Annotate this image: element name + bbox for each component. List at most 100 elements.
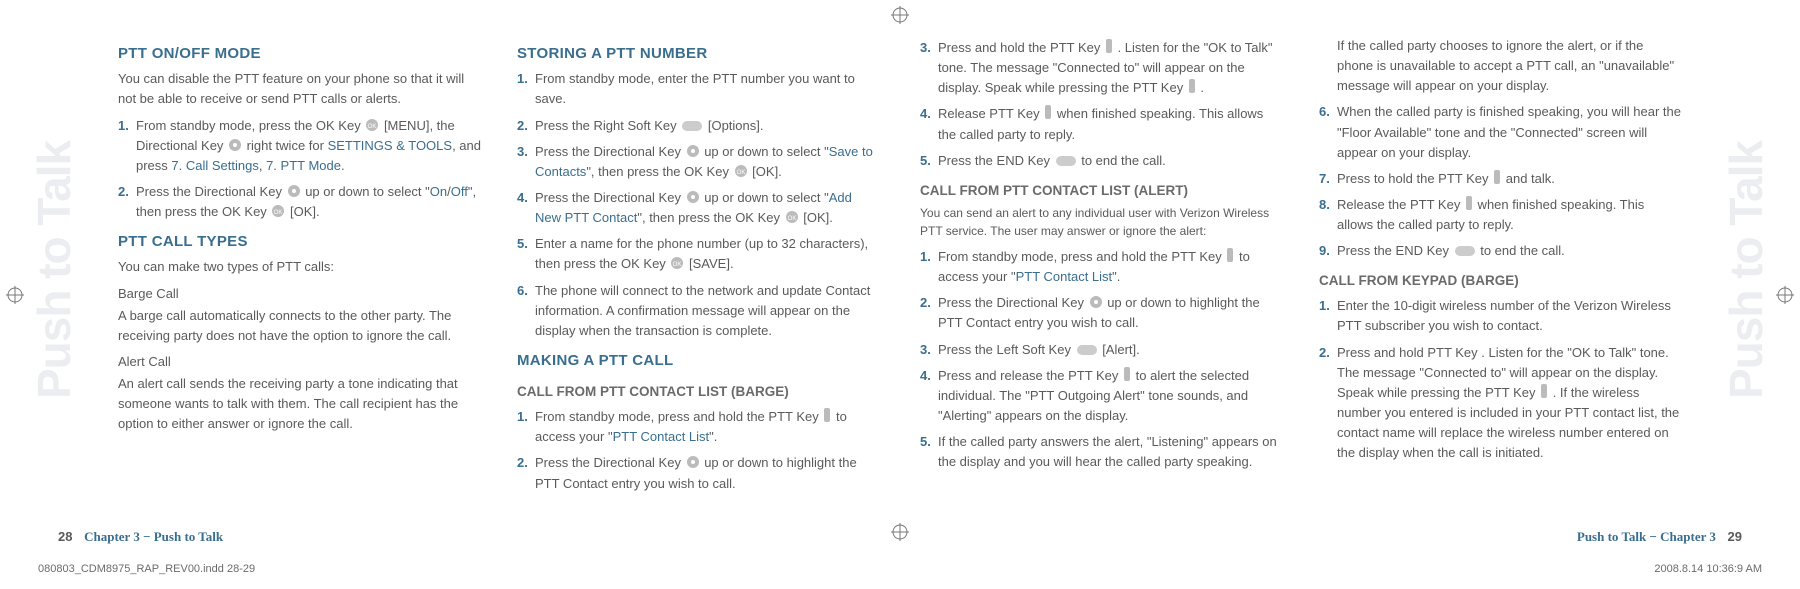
list-item: 5.If the called party answers the alert,… [920,432,1283,472]
directional-key-icon [686,144,700,158]
footer-right: Push to Talk − Chapter 3 29 [1569,529,1742,545]
list-item: 2. Press the Directional Key up or down … [118,182,481,222]
directional-key-icon [287,184,301,198]
ordered-list: 1.From standby mode, enter the PTT numbe… [517,69,880,341]
ptt-key-icon [1493,169,1501,185]
list-item: 1.From standby mode, press and hold the … [517,407,880,447]
link-text: 7. Call Settings [171,158,258,173]
crop-mark-icon [6,286,24,304]
list-item: 8.Release the PTT Key when finished spea… [1319,195,1682,235]
ok-key-icon: OK [785,210,799,224]
page-number: 29 [1728,529,1742,544]
body-text: You can send an alert to any individual … [920,204,1283,241]
ordered-list: 1.From standby mode, press and hold the … [920,247,1283,472]
list-item: 9.Press the END Key to end the call. [1319,241,1682,261]
directional-key-icon [228,138,242,152]
list-item: 4.Press and release the PTT Key to alert… [920,366,1283,426]
list-item: 1.Enter the 10-digit wireless number of … [1319,296,1682,336]
heading-ptt-onoff: PTT ON/OFF MODE [118,42,481,65]
list-item: 7.Press to hold the PTT Key and talk. [1319,169,1682,189]
subheading-barge: Barge Call [118,284,481,304]
svg-text:OK: OK [736,170,745,176]
directional-key-icon [686,455,700,469]
link-text: SETTINGS & TOOLS [328,138,453,153]
list-item: 1. From standby mode, press the OK Key O… [118,116,481,176]
end-key-icon [1454,245,1476,257]
left-column-2: STORING A PTT NUMBER 1.From standby mode… [517,34,880,534]
heading-ptt-call-types: PTT CALL TYPES [118,230,481,253]
svg-text:OK: OK [673,262,682,268]
ok-key-icon: OK [734,164,748,178]
list-item: 5.Press the END Key to end the call. [920,151,1283,171]
list-item: 3.Press the Left Soft Key [Alert]. [920,340,1283,360]
link-text: Off [451,184,468,199]
footer-left: 28 Chapter 3 − Push to Talk [58,529,231,545]
ptt-key-icon [1044,104,1052,120]
subheading-alert-list: CALL FROM PTT CONTACT LIST (ALERT) [920,181,1283,202]
subheading-keypad: CALL FROM KEYPAD (BARGE) [1319,271,1682,292]
svg-text:OK: OK [787,216,796,222]
link-text: PTT Contact List [1016,269,1113,284]
ordered-list: 6.When the called party is finished spea… [1319,102,1682,261]
svg-text:OK: OK [368,124,377,130]
link-text: 7. PTT Mode [266,158,341,173]
ptt-key-icon [1105,38,1113,54]
page-left: PTT ON/OFF MODE You can disable the PTT … [38,34,900,534]
crop-mark-icon [891,6,909,24]
ordered-list: 1.From standby mode, press and hold the … [517,407,880,494]
right-column-2: If the called party chooses to ignore th… [1319,34,1682,534]
body-text: A barge call automatically connects to t… [118,306,481,346]
directional-key-icon [686,190,700,204]
page-right: 3.Press and hold the PTT Key . Listen fo… [900,34,1762,534]
body-text: You can make two types of PTT calls: [118,257,481,277]
subheading-barge-list: CALL FROM PTT CONTACT LIST (BARGE) [517,382,880,403]
list-item: 2.Press and hold PTT Key . Listen for th… [1319,343,1682,464]
link-text: PTT Contact List [613,429,710,444]
document-spread: Push to Talk Push to Talk PTT ON/OFF MOD… [0,0,1800,589]
list-item: 3.Press and hold the PTT Key . Listen fo… [920,38,1283,98]
ordered-list: 3.Press and hold the PTT Key . Listen fo… [920,38,1283,171]
list-item: 2.Press the Right Soft Key [Options]. [517,116,880,136]
end-key-icon [1055,155,1077,167]
list-item: 5.Enter a name for the phone number (up … [517,234,880,274]
link-text: On [430,184,447,199]
ptt-key-icon [1123,366,1131,382]
list-item: 4.Release PTT Key when finished speaking… [920,104,1283,144]
chapter-label: Push to Talk − Chapter 3 [1577,529,1716,544]
ordered-list: 1. From standby mode, press the OK Key O… [118,116,481,223]
soft-key-icon [1076,344,1098,356]
indesign-slug: 080803_CDM8975_RAP_REV00.indd 28-29 [38,563,255,575]
subheading-alert: Alert Call [118,352,481,372]
heading-storing-ptt: STORING A PTT NUMBER [517,42,880,65]
directional-key-icon [1089,295,1103,309]
soft-key-icon [681,120,703,132]
ptt-key-icon [1465,195,1473,211]
right-column-1: 3.Press and hold the PTT Key . Listen fo… [920,34,1283,534]
ok-key-icon: OK [670,256,684,270]
ok-key-icon: OK [365,118,379,132]
list-item: 2.Press the Directional Key up or down t… [920,293,1283,333]
ptt-key-icon [1188,78,1196,94]
svg-text:OK: OK [274,210,283,216]
list-item: 4.Press the Directional Key up or down t… [517,188,880,228]
list-item: 1.From standby mode, enter the PTT numbe… [517,69,880,109]
ptt-key-icon [1226,247,1234,263]
ptt-key-icon [1540,383,1548,399]
list-item: 1.From standby mode, press and hold the … [920,247,1283,287]
ordered-list: 1.Enter the 10-digit wireless number of … [1319,296,1682,463]
list-item: 2.Press the Directional Key up or down t… [517,453,880,493]
body-text: An alert call sends the receiving party … [118,374,481,434]
list-item: 6.The phone will connect to the network … [517,281,880,341]
body-text: You can disable the PTT feature on your … [118,69,481,109]
ptt-key-icon [823,407,831,423]
heading-making-call: MAKING A PTT CALL [517,349,880,372]
left-column-1: PTT ON/OFF MODE You can disable the PTT … [118,34,481,534]
list-item: 6.When the called party is finished spea… [1319,102,1682,162]
chapter-label: Chapter 3 − Push to Talk [84,529,223,544]
crop-mark-icon [1776,286,1794,304]
body-text: If the called party chooses to ignore th… [1319,36,1682,96]
page-number: 28 [58,529,72,544]
list-item: 3.Press the Directional Key up or down t… [517,142,880,182]
timestamp: 2008.8.14 10:36:9 AM [1654,563,1762,575]
ok-key-icon: OK [271,204,285,218]
